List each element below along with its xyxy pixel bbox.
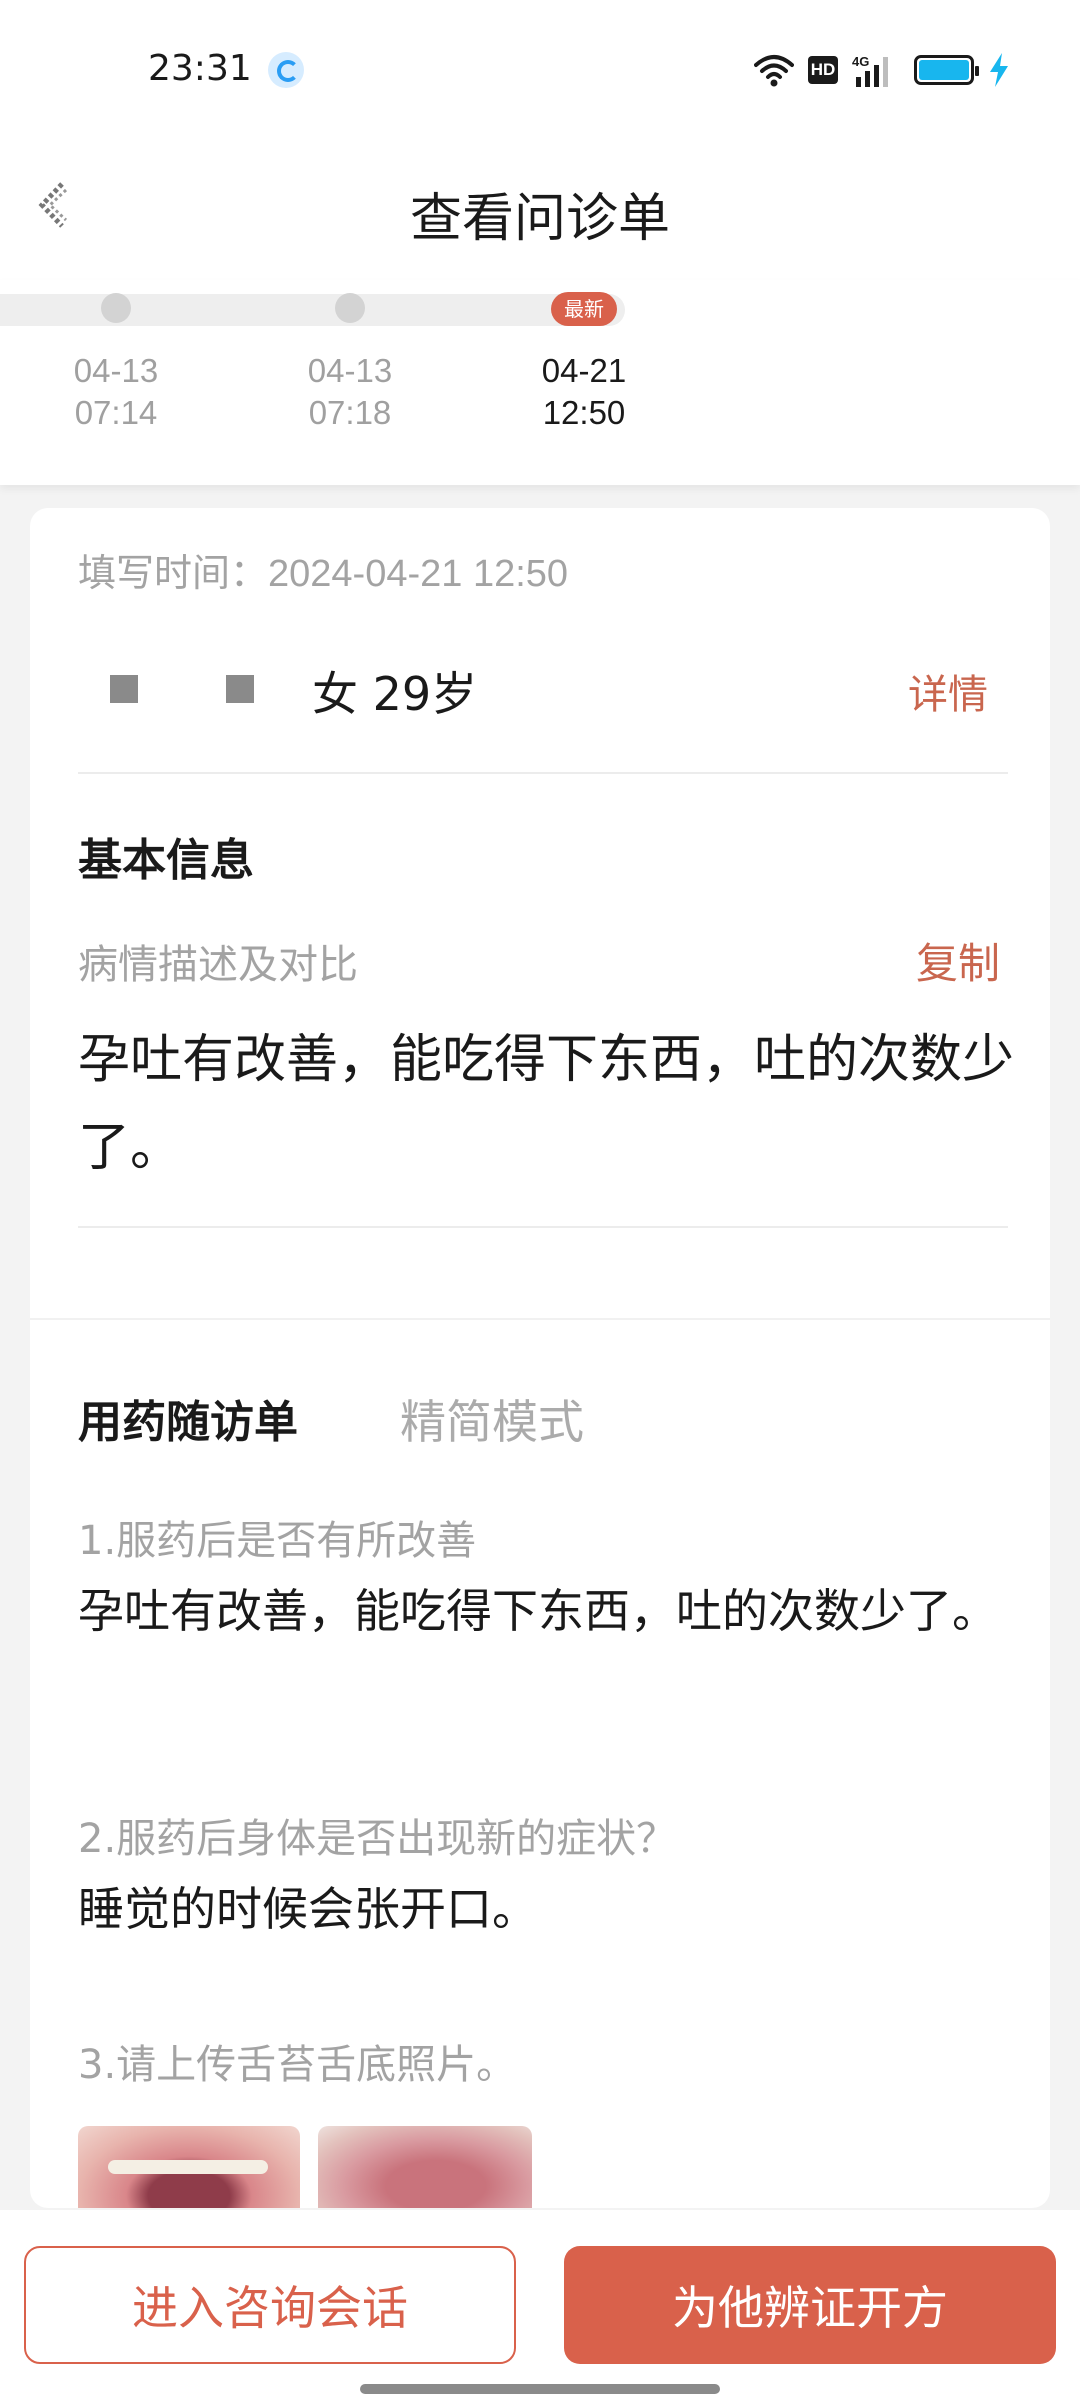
page-title: 查看问诊单: [409, 189, 670, 249]
signal-icon: 4G: [852, 54, 888, 87]
question-label: 2.服药后身体是否出现新的症状？: [78, 1816, 677, 1862]
app-notification-icon: [268, 52, 304, 88]
status-icons: HD 4G: [754, 50, 1010, 90]
prescribe-button[interactable]: 为他辨证开方: [564, 2246, 1056, 2364]
question-answer: 睡觉的时候会张开口。: [78, 1882, 538, 1936]
timeline-time: 07:14: [74, 394, 158, 431]
redacted-name-block: [226, 675, 254, 703]
timeline-date: 04-13: [307, 352, 393, 389]
timeline-entry[interactable]: 04-13 07:14: [36, 350, 196, 434]
charging-bolt-icon: [990, 53, 1008, 87]
fill-time-value: 2024-04-21 12:50: [268, 553, 569, 595]
divider: [78, 772, 1008, 774]
bottom-action-bar: 进入咨询会话 为他辨证开方: [0, 2210, 1080, 2400]
home-indicator[interactable]: [360, 2384, 720, 2394]
wifi-icon: [754, 55, 794, 87]
timeline-time: 12:50: [542, 394, 626, 431]
tongue-photo[interactable]: [318, 2126, 532, 2208]
question-label: 3.请上传舌苔舌底照片。: [78, 2042, 517, 2088]
divider: [78, 1226, 1008, 1228]
copy-link[interactable]: 复制: [916, 930, 1000, 991]
patient-row: 女 29岁 详情: [78, 658, 998, 722]
timeline-track: [0, 294, 625, 326]
redacted-name-block: [110, 675, 138, 703]
hd-icon: HD: [808, 56, 838, 84]
section-separator: [30, 1318, 1050, 1320]
status-time: 23:31: [148, 48, 252, 89]
timeline-dot[interactable]: [335, 293, 365, 323]
record-timeline: 最新 04-13 07:14 04-13 07:18 04-21 12:50: [0, 280, 1080, 485]
question-label: 1.服药后是否有所改善: [78, 1518, 477, 1564]
page-header: 查看问诊单: [0, 140, 1080, 280]
detail-link[interactable]: 详情: [908, 662, 988, 720]
consultation-card: 填写时间：2024-04-21 12:50 女 29岁 详情 基本信息 病情描述…: [30, 508, 1050, 2208]
fill-time: 填写时间：2024-04-21 12:50: [78, 542, 568, 597]
timeline-time: 07:18: [308, 394, 392, 431]
tongue-photo[interactable]: [78, 2126, 300, 2208]
basic-info-title: 基本信息: [78, 835, 254, 886]
question-answer: 孕吐有改善，能吃得下东西，吐的次数少了。: [78, 1584, 998, 1638]
network-type-label: 4G: [852, 54, 869, 69]
condition-description: 孕吐有改善，能吃得下东西，吐的次数少了。: [78, 1030, 1015, 1178]
description-label: 病情描述及对比: [78, 942, 358, 988]
timeline-entry-active[interactable]: 04-21 12:50: [504, 350, 664, 434]
enter-consultation-button[interactable]: 进入咨询会话: [24, 2246, 516, 2364]
timeline-date: 04-21: [541, 352, 627, 389]
timeline-date: 04-13: [73, 352, 159, 389]
timeline-dot[interactable]: [101, 293, 131, 323]
simple-mode-tab[interactable]: 精简模式: [400, 1386, 584, 1452]
fill-time-label: 填写时间：: [78, 553, 269, 595]
patient-gender-age: 女 29岁: [312, 667, 478, 721]
timeline-entry[interactable]: 04-13 07:18: [270, 350, 430, 434]
battery-icon: [914, 55, 979, 85]
status-bar: 23:31 HD 4G: [0, 0, 1080, 140]
followup-title[interactable]: 用药随访单: [78, 1386, 298, 1450]
latest-badge: 最新: [551, 292, 617, 326]
battery-level: [919, 60, 969, 80]
